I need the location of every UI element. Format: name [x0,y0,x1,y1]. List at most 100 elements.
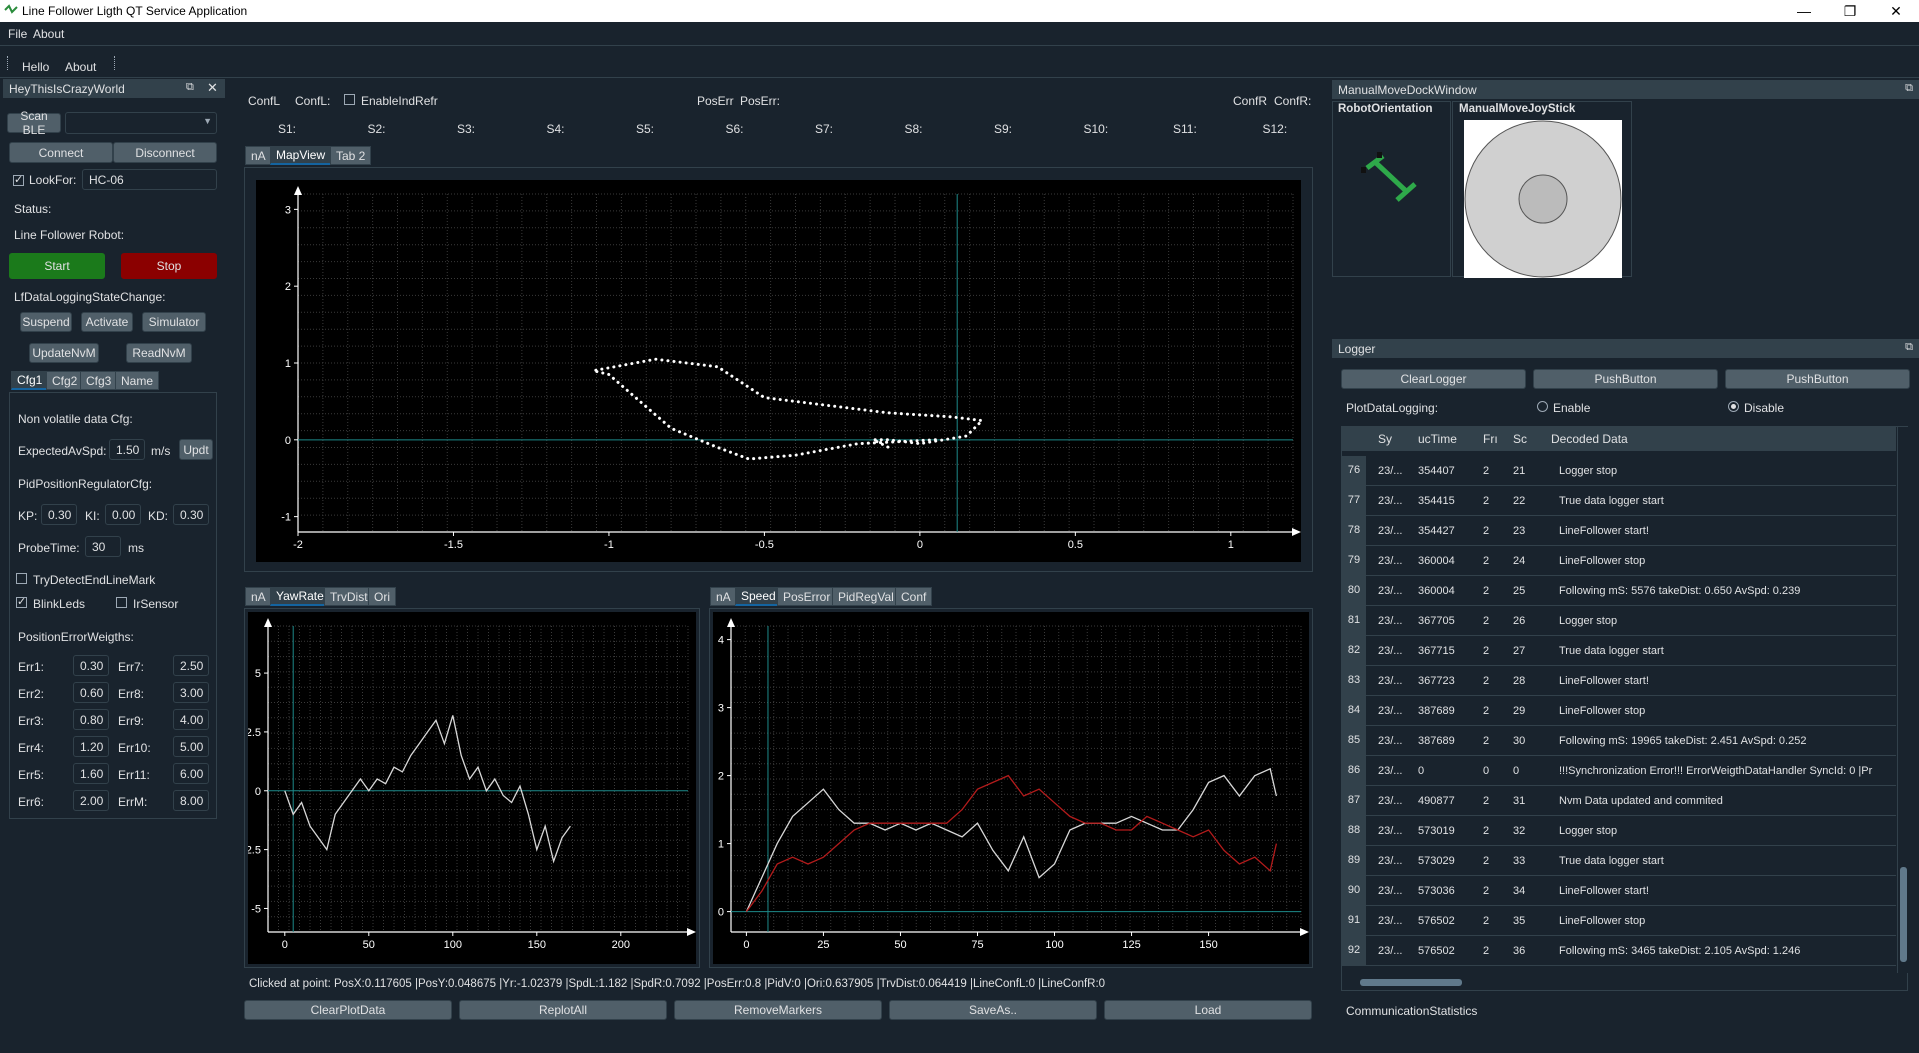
weight-input[interactable]: 5.00 [173,736,209,757]
load-button[interactable]: Load [1104,1000,1312,1020]
scan-ble-button[interactable]: Scan BLE [7,109,61,137]
weight-input[interactable]: 4.00 [173,709,209,730]
col-sy[interactable]: Sy [1378,432,1392,446]
weight-input[interactable]: 0.30 [73,655,109,676]
table-row[interactable]: 80 23/... 360004 2 25 Following mS: 5576… [1342,576,1896,606]
expected-speed-input[interactable]: 1.50 [109,439,145,460]
close-icon[interactable]: ✕ [207,80,218,96]
maximize-button[interactable]: ❐ [1827,0,1873,22]
clear-plot-data-button[interactable]: ClearPlotData [244,1000,452,1020]
weight-input[interactable]: 2.00 [73,790,109,811]
clear-logger-button[interactable]: ClearLogger [1341,369,1526,389]
push-button-1[interactable]: PushButton [1533,369,1718,389]
tab-speed[interactable]: Speed [735,587,782,606]
menu-file[interactable]: File [8,27,27,41]
weight-input[interactable]: 1.20 [73,736,109,757]
push-button-2[interactable]: PushButton [1725,369,1910,389]
tab-yawrate[interactable]: YawRate [270,587,330,606]
weight-input[interactable]: 8.00 [173,790,209,811]
weight-input[interactable]: 0.80 [73,709,109,730]
table-row[interactable]: 87 23/... 490877 2 31 Nvm Data updated a… [1342,786,1896,816]
tab-cfg2[interactable]: Cfg2 [46,371,84,390]
tab-cfg3[interactable]: Cfg3 [80,371,118,390]
weight-input[interactable]: 0.60 [73,682,109,703]
disable-radio[interactable] [1728,401,1739,412]
col-decoded-data[interactable]: Decoded Data [1551,432,1628,446]
blink-leds-checkbox[interactable] [16,595,27,608]
table-row[interactable]: 91 23/... 576502 2 35 LineFollower stop [1342,906,1896,936]
activate-button[interactable]: Activate [81,312,133,332]
ki-input[interactable]: 0.00 [105,504,141,525]
yawrate-plot[interactable]: 0 50 100 150 200 -5 -2.5 0 2.5 5 [242,612,696,964]
suspend-button[interactable]: Suspend [20,312,72,332]
joystick-icon[interactable] [1464,120,1622,278]
horizontal-scrollbar[interactable] [1342,975,1896,989]
kd-input[interactable]: 0.30 [173,504,209,525]
col-sc[interactable]: Sc [1513,432,1527,446]
speed-chart[interactable]: 0 25 50 75 100 125 150 0 1 2 3 4 [713,612,1309,964]
tab-pidregval[interactable]: PidRegVal [832,587,900,606]
table-row[interactable]: 76 23/... 354407 2 21 Logger stop [1342,456,1896,486]
table-row[interactable]: 83 23/... 367723 2 28 LineFollower start… [1342,666,1896,696]
table-row[interactable]: 92 23/... 576502 2 36 Following mS: 3465… [1342,936,1896,966]
tab-tab2[interactable]: Tab 2 [330,146,372,165]
table-row[interactable]: 82 23/... 367715 2 27 True data logger s… [1342,636,1896,666]
simulator-button[interactable]: Simulator [142,312,206,332]
weight-input[interactable]: 6.00 [173,763,209,784]
ble-device-select[interactable]: ▼ [65,112,217,134]
weight-input[interactable]: 3.00 [173,682,209,703]
joystick-area[interactable] [1464,120,1622,278]
update-speed-button[interactable]: Updt [179,439,213,460]
tab-right-na[interactable]: nA [710,587,737,606]
update-nvm-button[interactable]: UpdateNvM [29,343,99,363]
table-row[interactable]: 89 23/... 573029 2 33 True data logger s… [1342,846,1896,876]
tab-poserror[interactable]: PosError [777,587,837,606]
tab-conf[interactable]: Conf [895,587,933,606]
stop-button[interactable]: Stop [121,253,217,279]
enable-radio[interactable] [1537,401,1548,412]
mapview-chart[interactable]: -2 -1.5 -1 -0.5 0 0.5 1 -1 0 1 2 3 [256,180,1301,562]
float-icon[interactable]: ⧉ [1905,341,1913,354]
ir-sensor-checkbox[interactable] [116,597,127,608]
table-row[interactable]: 81 23/... 367705 2 26 Logger stop [1342,606,1896,636]
tab-left-na[interactable]: nA [245,587,272,606]
yawrate-chart[interactable]: 0 50 100 150 200 -5 -2.5 0 2.5 5 [242,612,696,964]
read-nvm-button[interactable]: ReadNvM [126,343,192,363]
col-frame[interactable]: Frı [1483,432,1498,446]
toolbar-hello[interactable]: Hello [22,60,49,74]
table-row[interactable]: 88 23/... 573019 2 32 Logger stop [1342,816,1896,846]
start-button[interactable]: Start [9,253,105,279]
float-icon[interactable]: ⧉ [1905,82,1913,95]
tab-top-na[interactable]: nA [245,146,272,165]
weight-input[interactable]: 2.50 [173,655,209,676]
table-row[interactable]: 84 23/... 387689 2 29 LineFollower stop [1342,696,1896,726]
tab-cfg1[interactable]: Cfg1 [11,371,49,390]
menu-about[interactable]: About [33,27,64,41]
speed-plot[interactable]: 0 25 50 75 100 125 150 0 1 2 3 4 [713,612,1309,964]
tab-trvdist[interactable]: TrvDist [324,587,374,606]
lookfor-checkbox[interactable] [13,173,24,186]
probe-time-input[interactable]: 30 [85,536,121,557]
col-uctime[interactable]: ucTime [1418,432,1457,446]
tab-mapview[interactable]: MapView [270,146,332,165]
table-row[interactable]: 90 23/... 573036 2 34 LineFollower start… [1342,876,1896,906]
hscroll-handle[interactable] [1360,979,1462,986]
tab-ori[interactable]: Ori [368,587,396,606]
mapview-plot[interactable]: -2 -1.5 -1 -0.5 0 0.5 1 -1 0 1 2 3 [256,180,1301,562]
toolbar-about[interactable]: About [65,60,96,74]
table-row[interactable]: 85 23/... 387689 2 30 Following mS: 1996… [1342,726,1896,756]
replot-all-button[interactable]: ReplotAll [459,1000,667,1020]
table-row[interactable]: 78 23/... 354427 2 23 LineFollower start… [1342,516,1896,546]
float-icon[interactable]: ⧉ [186,81,194,94]
tab-name[interactable]: Name [115,371,160,390]
enable-ind-refr-checkbox[interactable] [344,94,355,105]
save-as-button[interactable]: SaveAs.. [889,1000,1097,1020]
try-detect-checkbox[interactable] [16,573,27,584]
close-window-button[interactable]: ✕ [1873,0,1919,22]
weight-input[interactable]: 1.60 [73,763,109,784]
disconnect-button[interactable]: Disconnect [113,142,217,163]
remove-markers-button[interactable]: RemoveMarkers [674,1000,882,1020]
connect-button[interactable]: Connect [9,142,113,163]
scrollbar-handle[interactable] [1900,867,1907,962]
lookfor-input[interactable]: HC-06 [82,169,217,190]
